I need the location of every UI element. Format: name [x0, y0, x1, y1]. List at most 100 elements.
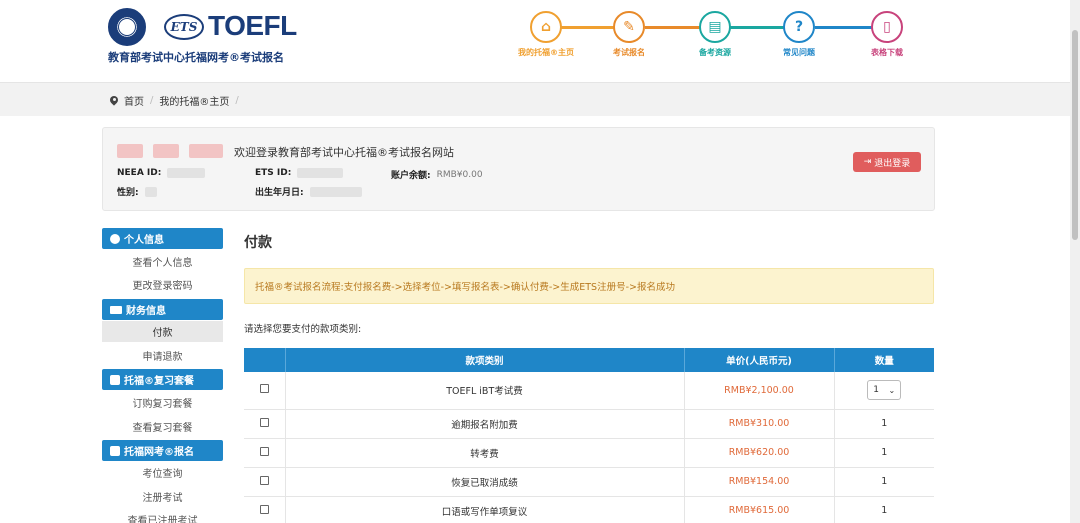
table-header-qty: 数量 [834, 348, 934, 372]
row-checkbox[interactable] [259, 504, 269, 514]
neea-id-label: NEEA ID: [117, 168, 162, 178]
item-qty: 1 [834, 467, 934, 497]
nav-step-faq[interactable]: ? 常见问题 [759, 11, 839, 58]
row-checkbox[interactable] [259, 417, 269, 427]
breadcrumb-current[interactable]: 我的托福®主页 [159, 93, 229, 108]
logout-button[interactable]: ⇥ 退出登录 [853, 152, 921, 172]
birth-value-redacted [309, 186, 362, 197]
sidebar-item-buy-pack[interactable]: 订购复习套餐 [102, 392, 223, 413]
nav-step-label: 表格下载 [871, 48, 903, 57]
user-name-redacted [117, 144, 223, 158]
birth-label: 出生年月日: [255, 188, 304, 198]
table-row: 逾期报名附加费 RMB¥310.00 1 [244, 409, 934, 439]
page-scrollbar[interactable] [1070, 0, 1080, 523]
site-title: 教育部考试中心托福网考®考试报名 [108, 51, 284, 64]
table-row: 转考费 RMB¥620.00 1 [244, 438, 934, 468]
toefl-logo: TOEFL [208, 10, 297, 41]
item-name: 逾期报名附加费 [285, 409, 685, 439]
gender-row: 性别: [117, 185, 157, 198]
item-price: RMB¥2,100.00 [684, 372, 835, 410]
balance-row: 账户余额: RMB¥0.00 [391, 168, 483, 182]
user-circle-icon [110, 233, 120, 244]
sidebar-item-view-personal[interactable]: 查看个人信息 [102, 251, 223, 272]
scrollbar-thumb[interactable] [1072, 30, 1078, 240]
table-row: 恢复已取消成绩 RMB¥154.00 1 [244, 467, 934, 497]
table-row: 口语或写作单项复议 RMB¥615.00 1 [244, 496, 934, 523]
question-icon: ? [783, 11, 815, 43]
logout-icon: ⇥ [863, 157, 872, 167]
credit-card-icon [110, 305, 122, 314]
table-header-row: 款项类别 单价(人民币元) 数量 [244, 348, 934, 372]
neea-id-value-redacted [167, 168, 206, 178]
item-price: RMB¥310.00 [684, 409, 835, 439]
sidebar-section-register[interactable]: 托福网考®报名 [102, 440, 223, 461]
nav-step-label: 常见问题 [783, 48, 815, 57]
sidebar-item-view-registered[interactable]: 查看已注册考试 [102, 509, 223, 523]
nav-step-exam-registration[interactable]: ✎ 考试报名 [589, 11, 669, 58]
breadcrumb-separator: / [150, 95, 154, 106]
gender-label: 性别: [117, 188, 139, 198]
nav-step-resources[interactable]: ▤ 备考资源 [675, 11, 755, 58]
balance-label: 账户余额: [391, 171, 431, 181]
table-header-item: 款项类别 [285, 348, 685, 372]
nav-step-label: 备考资源 [699, 48, 731, 57]
calendar-icon: ▤ [699, 11, 731, 43]
item-qty: 1 [834, 438, 934, 468]
breadcrumb-bar: 首页 / 我的托福®主页 / [0, 82, 1070, 116]
page-title: 付款 [244, 235, 272, 251]
item-name: TOEFL iBT考试费 [285, 372, 685, 410]
chevron-down-icon: ⌄ [888, 385, 896, 395]
neea-id-row: NEEA ID: [117, 168, 206, 178]
row-checkbox[interactable] [259, 475, 269, 485]
item-qty: 1 [834, 409, 934, 439]
item-name: 口语或写作单项复议 [285, 496, 685, 523]
pencil-icon: ✎ [613, 11, 645, 43]
sidebar-item-payment[interactable]: 付款 [102, 321, 223, 342]
table-row: TOEFL iBT考试费 RMB¥2,100.00 1 ⌄ [244, 372, 934, 410]
item-price: RMB¥154.00 [684, 467, 835, 497]
payment-table: 款项类别 单价(人民币元) 数量 TOEFL iBT考试费 RMB¥2,100.… [244, 348, 934, 523]
table-header-price: 单价(人民币元) [684, 348, 835, 372]
sidebar-item-register-exam[interactable]: 注册考试 [102, 486, 223, 507]
payment-prompt: 请选择您要支付的款项类别: [244, 324, 362, 335]
process-notice: 托福®考试报名流程:支付报名费->选择考位->填写报名表->确认付费->生成ET… [244, 268, 934, 304]
breadcrumb-home[interactable]: 首页 [124, 93, 144, 108]
welcome-panel: 欢迎登录教育部考试中心托福®考试报名网站 NEEA ID: ETS ID: 账户… [102, 127, 935, 211]
item-qty: 1 [834, 496, 934, 523]
sidebar-section-personal[interactable]: 个人信息 [102, 228, 223, 249]
gender-value-redacted [144, 186, 157, 197]
neea-logo-icon [108, 8, 146, 46]
item-name: 恢复已取消成绩 [285, 467, 685, 497]
book-icon [110, 374, 120, 385]
sidebar-item-change-password[interactable]: 更改登录密码 [102, 274, 223, 295]
balance-value: RMB¥0.00 [436, 169, 483, 180]
sidebar-item-refund[interactable]: 申请退款 [102, 345, 223, 366]
nav-step-downloads[interactable]: ▯ 表格下载 [847, 11, 927, 58]
nav-step-home[interactable]: ⌂ 我的托福®主页 [506, 11, 586, 58]
row-checkbox[interactable] [259, 446, 269, 456]
sidebar-item-seat-query[interactable]: 考位查询 [102, 462, 223, 483]
item-price: RMB¥620.00 [684, 438, 835, 468]
table-header-select [244, 348, 286, 372]
ets-logo: ETS [164, 14, 204, 40]
site-header: ETS TOEFL 教育部考试中心托福网考®考试报名 ⌂ 我的托福®主页 ✎ 考… [0, 0, 1070, 82]
item-name: 转考费 [285, 438, 685, 468]
clipboard-icon [110, 445, 120, 456]
item-price: RMB¥615.00 [684, 496, 835, 523]
ets-id-value-redacted [297, 168, 344, 178]
birth-row: 出生年月日: [255, 185, 362, 198]
document-icon: ▯ [871, 11, 903, 43]
row-checkbox[interactable] [259, 384, 269, 394]
breadcrumb-separator: / [235, 95, 239, 106]
home-icon: ⌂ [530, 11, 562, 43]
location-pin-icon [110, 96, 118, 106]
sidebar-item-view-pack[interactable]: 查看复习套餐 [102, 416, 223, 437]
sidebar-section-finance[interactable]: 财务信息 [102, 299, 223, 320]
nav-step-label: 我的托福®主页 [518, 48, 574, 57]
breadcrumb: 首页 / 我的托福®主页 / [110, 93, 239, 108]
ets-id-label: ETS ID: [255, 168, 292, 178]
sidebar-section-review-pack[interactable]: 托福®复习套餐 [102, 369, 223, 390]
nav-step-label: 考试报名 [613, 48, 645, 57]
ets-id-row: ETS ID: [255, 168, 344, 178]
quantity-select[interactable]: 1 ⌄ [867, 380, 902, 401]
